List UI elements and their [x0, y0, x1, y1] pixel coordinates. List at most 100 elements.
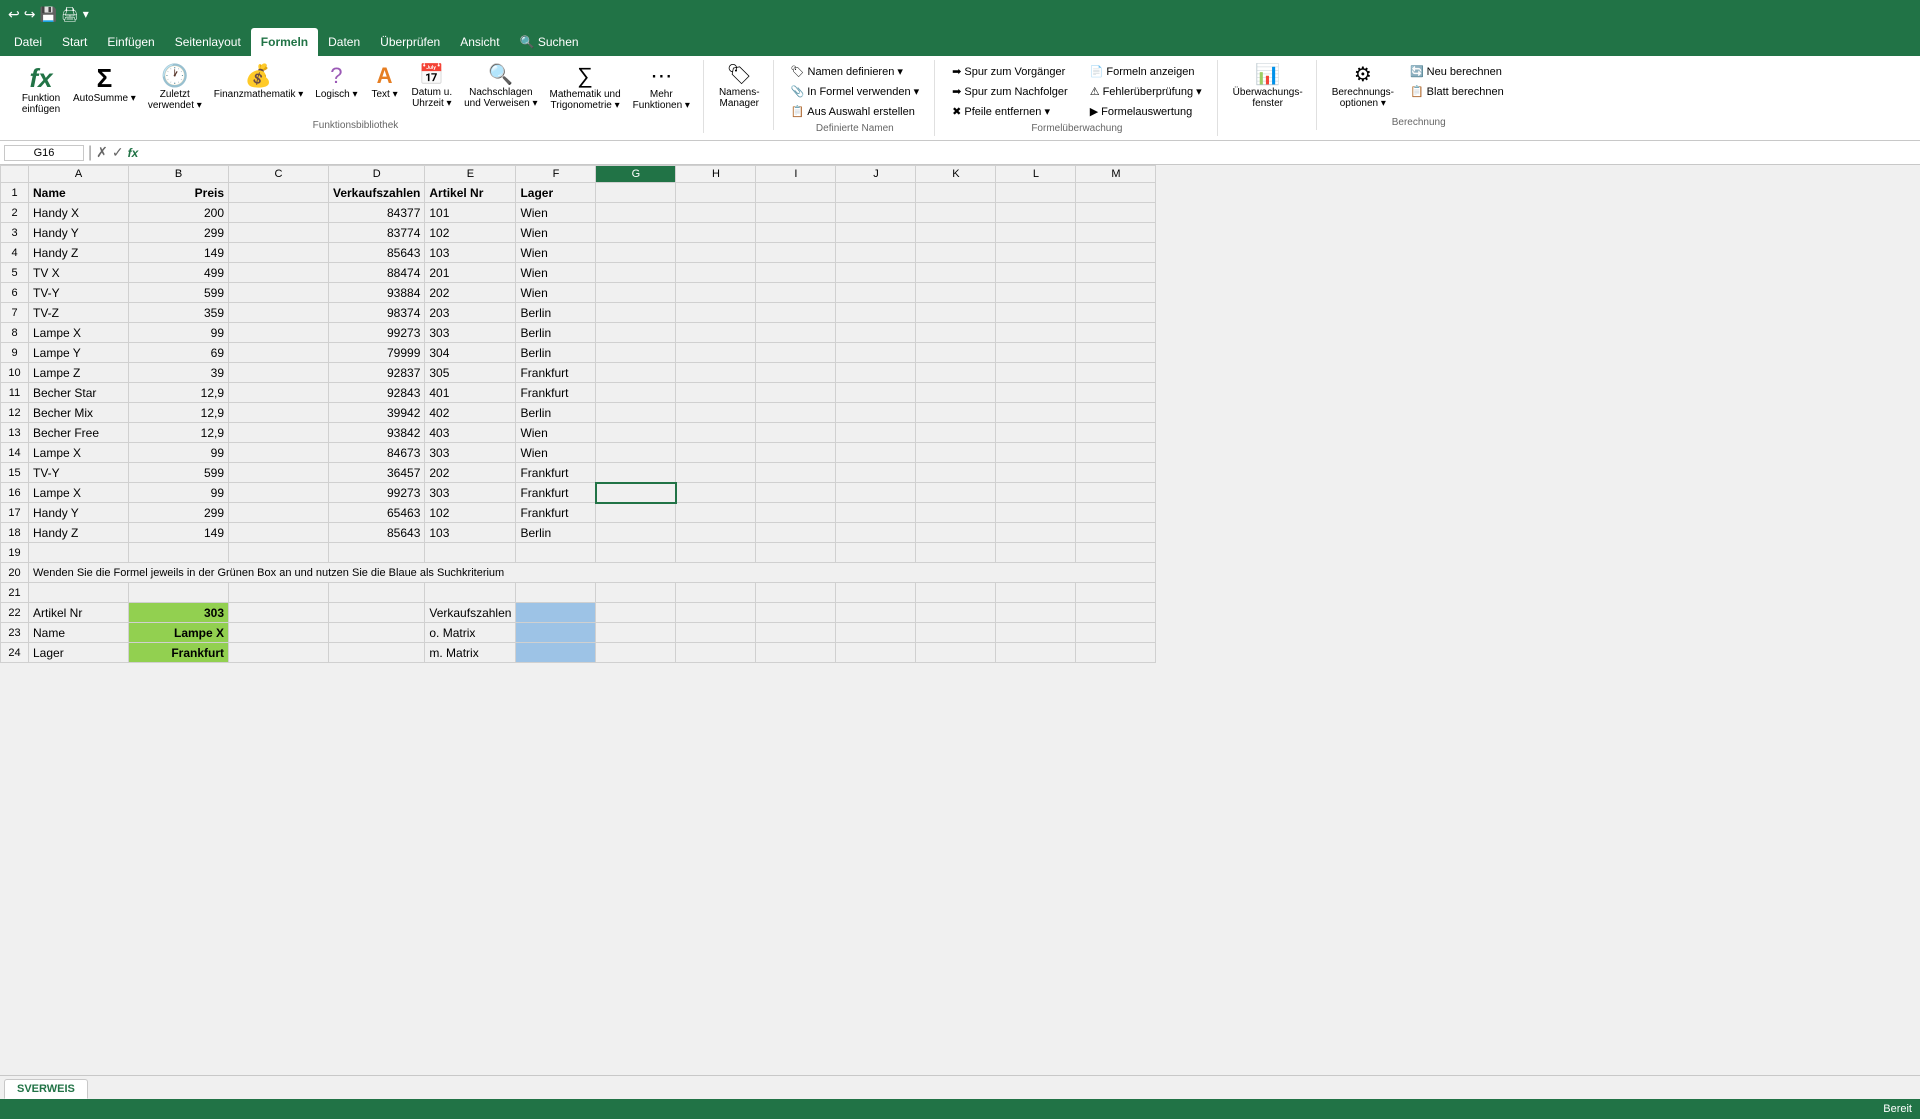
cell-C11[interactable] — [229, 383, 329, 403]
cell-K15[interactable] — [916, 463, 996, 483]
cell-A18[interactable]: Handy Z — [29, 523, 129, 543]
cell-K5[interactable] — [916, 263, 996, 283]
cell-J24[interactable] — [836, 643, 916, 663]
cell-D23[interactable] — [329, 623, 425, 643]
cell-B9[interactable]: 69 — [129, 343, 229, 363]
cell-M14[interactable] — [1076, 443, 1156, 463]
cell-L19[interactable] — [996, 543, 1076, 563]
cell-B23[interactable]: Lampe X — [129, 623, 229, 643]
cell-L8[interactable] — [996, 323, 1076, 343]
cell-L16[interactable] — [996, 483, 1076, 503]
row-header-15[interactable]: 15 — [1, 463, 29, 483]
cell-E9[interactable]: 304 — [425, 343, 516, 363]
cell-A13[interactable]: Becher Free — [29, 423, 129, 443]
cell-I24[interactable] — [756, 643, 836, 663]
nachschlagen-button[interactable]: 🔍 Nachschlagenund Verweisen ▾ — [459, 62, 542, 112]
cell-H6[interactable] — [676, 283, 756, 303]
cell-F4[interactable]: Wien — [516, 243, 596, 263]
cell-F14[interactable]: Wien — [516, 443, 596, 463]
cell-K21[interactable] — [916, 583, 996, 603]
row-header-4[interactable]: 4 — [1, 243, 29, 263]
cell-D5[interactable]: 88474 — [329, 263, 425, 283]
col-header-d[interactable]: D — [329, 166, 425, 183]
cell-F12[interactable]: Berlin — [516, 403, 596, 423]
cell-G23[interactable] — [596, 623, 676, 643]
cell-E17[interactable]: 102 — [425, 503, 516, 523]
cell-H13[interactable] — [676, 423, 756, 443]
cell-D17[interactable]: 65463 — [329, 503, 425, 523]
cell-H7[interactable] — [676, 303, 756, 323]
cell-H10[interactable] — [676, 363, 756, 383]
row-header-3[interactable]: 3 — [1, 223, 29, 243]
cell-C9[interactable] — [229, 343, 329, 363]
cell-M4[interactable] — [1076, 243, 1156, 263]
print-icon[interactable]: 🖨 — [61, 6, 79, 23]
quick-access-toolbar[interactable]: ↩ ↪ 💾 🖨 ▾ — [8, 6, 89, 23]
cell-I22[interactable] — [756, 603, 836, 623]
cell-F18[interactable]: Berlin — [516, 523, 596, 543]
cell-A1[interactable]: Name — [29, 183, 129, 203]
cell-H8[interactable] — [676, 323, 756, 343]
cell-M22[interactable] — [1076, 603, 1156, 623]
cell-A19[interactable] — [29, 543, 129, 563]
cell-F2[interactable]: Wien — [516, 203, 596, 223]
cell-E14[interactable]: 303 — [425, 443, 516, 463]
cell-G7[interactable] — [596, 303, 676, 323]
cell-H19[interactable] — [676, 543, 756, 563]
cell-J16[interactable] — [836, 483, 916, 503]
cell-F13[interactable]: Wien — [516, 423, 596, 443]
cell-M6[interactable] — [1076, 283, 1156, 303]
cell-J8[interactable] — [836, 323, 916, 343]
spur-vorgaenger-button[interactable]: ➡ Spur zum Vorgänger — [945, 62, 1075, 81]
cell-K3[interactable] — [916, 223, 996, 243]
cell-H12[interactable] — [676, 403, 756, 423]
cell-K13[interactable] — [916, 423, 996, 443]
cell-E22[interactable]: Verkaufszahlen — [425, 603, 516, 623]
cell-I17[interactable] — [756, 503, 836, 523]
cell-M7[interactable] — [1076, 303, 1156, 323]
zuletzt-button[interactable]: 🕐 Zuletztverwendet ▾ — [143, 62, 207, 114]
cell-I4[interactable] — [756, 243, 836, 263]
row-header-11[interactable]: 11 — [1, 383, 29, 403]
cell-J21[interactable] — [836, 583, 916, 603]
cell-C17[interactable] — [229, 503, 329, 523]
cell-J13[interactable] — [836, 423, 916, 443]
cell-C4[interactable] — [229, 243, 329, 263]
cell-L22[interactable] — [996, 603, 1076, 623]
cell-C19[interactable] — [229, 543, 329, 563]
text-button[interactable]: A Text ▾ — [365, 62, 405, 103]
cell-J5[interactable] — [836, 263, 916, 283]
cell-D19[interactable] — [329, 543, 425, 563]
cell-I14[interactable] — [756, 443, 836, 463]
cell-H18[interactable] — [676, 523, 756, 543]
cell-L17[interactable] — [996, 503, 1076, 523]
cell-M13[interactable] — [1076, 423, 1156, 443]
cell-G22[interactable] — [596, 603, 676, 623]
cell-I2[interactable] — [756, 203, 836, 223]
cell-J9[interactable] — [836, 343, 916, 363]
row-header-17[interactable]: 17 — [1, 503, 29, 523]
cell-E8[interactable]: 303 — [425, 323, 516, 343]
cell-E18[interactable]: 103 — [425, 523, 516, 543]
cell-D6[interactable]: 93884 — [329, 283, 425, 303]
cell-G3[interactable] — [596, 223, 676, 243]
cell-M23[interactable] — [1076, 623, 1156, 643]
namen-definieren-button[interactable]: 🏷 Namen definieren ▾ — [784, 62, 927, 81]
row-header-9[interactable]: 9 — [1, 343, 29, 363]
customize-qa-icon[interactable]: ▾ — [83, 7, 89, 21]
tab-seitenlayout[interactable]: Seitenlayout — [165, 28, 251, 56]
cell-I19[interactable] — [756, 543, 836, 563]
cell-A15[interactable]: TV-Y — [29, 463, 129, 483]
logisch-button[interactable]: ? Logisch ▾ — [310, 62, 362, 103]
tab-ueberpruefen[interactable]: Überprüfen — [370, 28, 450, 56]
finanzmath-button[interactable]: 💰 Finanzmathematik ▾ — [209, 62, 309, 103]
cell-A10[interactable]: Lampe Z — [29, 363, 129, 383]
cell-D14[interactable]: 84673 — [329, 443, 425, 463]
cancel-formula-icon[interactable]: ✗ — [96, 144, 108, 161]
cell-F10[interactable]: Frankfurt — [516, 363, 596, 383]
cell-H21[interactable] — [676, 583, 756, 603]
cell-D1[interactable]: Verkaufszahlen — [329, 183, 425, 203]
cell-C23[interactable] — [229, 623, 329, 643]
cell-K6[interactable] — [916, 283, 996, 303]
col-header-j[interactable]: J — [836, 166, 916, 183]
